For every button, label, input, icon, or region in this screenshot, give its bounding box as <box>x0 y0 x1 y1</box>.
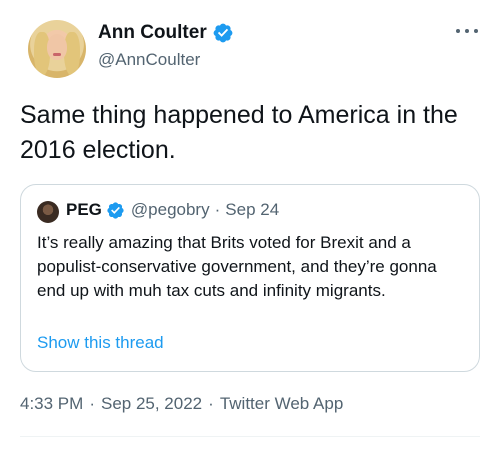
tweet-meta: 4:33 PM · Sep 25, 2022 · Twitter Web App <box>20 394 343 414</box>
quoted-tweet-text: It’s really amazing that Brits voted for… <box>37 233 437 300</box>
source-app-link[interactable]: Twitter Web App <box>220 394 343 414</box>
quoted-author-name: PEG <box>66 200 102 219</box>
author-avatar[interactable] <box>28 20 86 78</box>
quoted-author-handle: @pegobry <box>130 200 210 219</box>
divider <box>20 436 480 437</box>
author-name-row: Ann Coulter <box>98 22 234 44</box>
more-horizontal-icon[interactable] <box>456 24 478 38</box>
quoted-tweet-header: PEG @pegobry · Sep 24 <box>66 200 279 220</box>
verified-badge-icon <box>107 201 124 219</box>
tweet-date[interactable]: Sep 25, 2022 <box>101 394 202 414</box>
verified-badge-icon <box>213 23 233 43</box>
quoted-author-avatar <box>37 201 59 223</box>
author-handle[interactable]: @AnnCoulter <box>98 50 200 70</box>
tweet-time[interactable]: 4:33 PM <box>20 394 83 414</box>
tweet-text: Same thing happened to America in the 20… <box>20 101 458 164</box>
author-display-name[interactable]: Ann Coulter <box>98 22 207 44</box>
tweet: Ann Coulter @AnnCoulter Same thing happe… <box>0 0 500 449</box>
dot-separator: · <box>208 394 214 413</box>
dot-separator: · <box>214 200 221 219</box>
quoted-tweet-card[interactable]: PEG @pegobry · Sep 24 It’s really amazin… <box>20 184 480 372</box>
dot-separator: · <box>89 394 95 413</box>
quoted-tweet-date[interactable]: Sep 24 <box>225 200 279 220</box>
show-thread-link[interactable]: Show this thread <box>37 333 164 353</box>
